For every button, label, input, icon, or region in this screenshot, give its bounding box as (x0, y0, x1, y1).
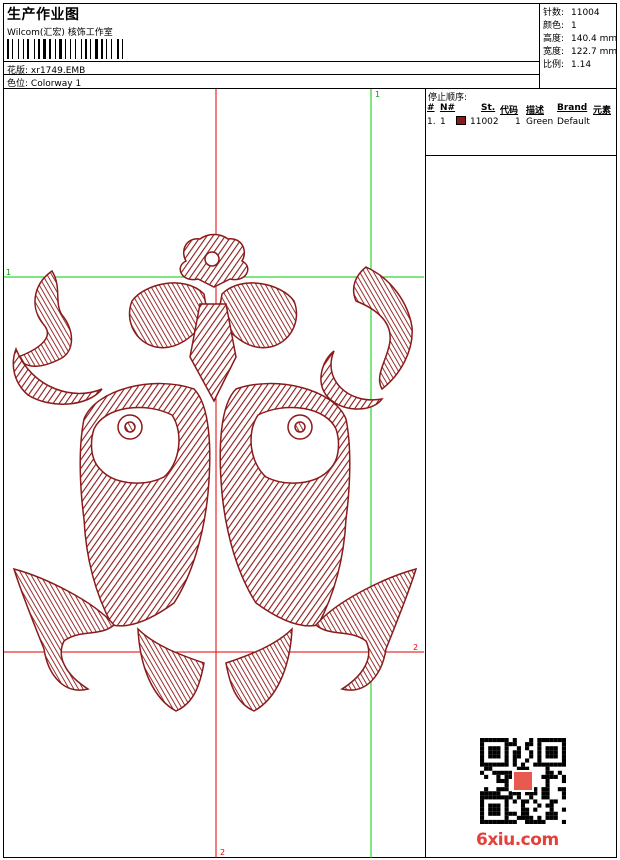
koi-motif (12, 233, 418, 712)
knot-hole (204, 251, 220, 267)
colorway-row: 色位: Colorway 1 (7, 76, 81, 89)
koi-right-pupil (294, 421, 306, 433)
col-header-elements: 元素 (593, 106, 612, 116)
watermark: 6xiu.com (476, 830, 559, 850)
studio-subtitle: Wilcom(汇宏) 核饰工作室 (7, 28, 113, 38)
stat-colors: 颜色: 1 (543, 21, 577, 31)
row-index: 1. (427, 117, 436, 127)
col-header-needle: N# (440, 103, 456, 113)
embroidery-preview: 1 1 2 2 (4, 89, 426, 858)
bow-center (189, 303, 237, 403)
embroidery-canvas: 1 1 2 2 (4, 89, 424, 858)
guide-label-v1: 1 (375, 90, 380, 99)
stop-sequence-title: 停止顺序: (428, 93, 468, 103)
stat-stitches: 针数: 11004 (543, 8, 600, 18)
stop-sequence-panel: 停止顺序: # N# St. 代码 描述 Brand 元素 1. 1 11002… (426, 89, 617, 156)
row-needle: 1 (440, 117, 446, 127)
qr-code (480, 738, 566, 824)
col-header-description: 描述 (526, 106, 545, 116)
stat-width: 宽度: 122.7 mm (543, 47, 618, 57)
col-header-brand: Brand (557, 103, 588, 113)
qr-logo-icon (512, 770, 534, 792)
ribbon-right (352, 266, 413, 391)
row-brand: Default (557, 117, 590, 127)
divider (3, 74, 539, 75)
colorway-name: Colorway 1 (30, 79, 82, 89)
guide-label-h1: 1 (6, 268, 11, 277)
row-description: Green (526, 117, 554, 127)
thread-color-swatch (456, 116, 466, 125)
koi-right-fin (225, 627, 293, 712)
guide-label-v2: 2 (220, 848, 225, 857)
row-code: 11002 (470, 117, 499, 127)
koi-left-pupil (124, 421, 136, 433)
barcode (7, 39, 131, 59)
header-info: 生产作业图 Wilcom(汇宏) 核饰工作室 花版: xr1749.EMB 色位… (3, 3, 539, 89)
col-header-code: 代码 (500, 106, 519, 116)
guide-label-h2: 2 (413, 643, 418, 652)
row-stops: 1 (515, 117, 521, 127)
header-panel: 生产作业图 Wilcom(汇宏) 核饰工作室 花版: xr1749.EMB 色位… (3, 3, 617, 89)
stat-height: 高度: 140.4 mm (543, 34, 618, 44)
koi-left-fin (137, 627, 205, 712)
col-header-stops: St. (481, 103, 496, 113)
divider (3, 61, 539, 62)
col-header-index: # (427, 103, 435, 113)
page-title: 生产作业图 (7, 7, 80, 23)
stat-scale: 比例: 1.14 (543, 60, 592, 70)
stats-panel: 针数: 11004 颜色: 1 高度: 140.4 mm 宽度: 122.7 mm 比例… (539, 3, 617, 88)
colorway-label: 色位: (7, 79, 29, 89)
ribbon-left (16, 269, 73, 367)
